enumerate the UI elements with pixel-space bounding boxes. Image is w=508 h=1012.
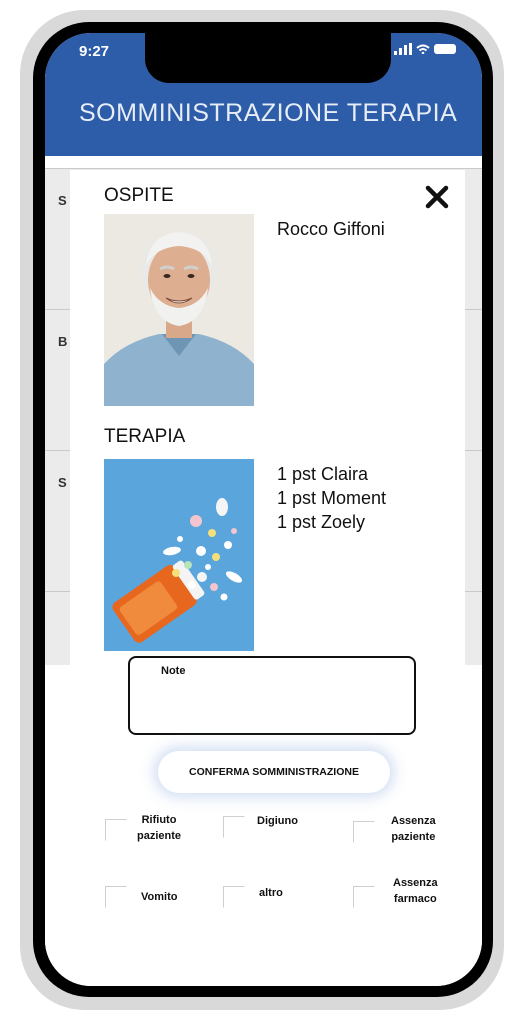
therapy-item: 1 pst Moment <box>277 488 387 508</box>
option-label: Digiuno <box>257 813 298 829</box>
option-label-line: Rifiuto <box>141 814 177 826</box>
option-label: Assenza paziente <box>391 813 436 845</box>
patient-photo <box>104 214 254 406</box>
option-assenza-paziente[interactable]: Assenza paziente <box>353 815 436 845</box>
status-time: 9:27 <box>79 43 110 60</box>
checkbox[interactable] <box>105 886 127 908</box>
option-label: Vomito <box>141 889 177 905</box>
therapy-image <box>104 459 254 651</box>
list-row-initial: B <box>58 334 68 349</box>
therapy-list: 1 pst Claira 1 pst Moment 1 pst Zoely <box>277 462 386 534</box>
therapy-item: 1 pst Zoely <box>277 512 366 532</box>
option-label: Assenza farmaco <box>393 875 438 907</box>
option-assenza-farmaco[interactable]: Assenza farmaco <box>353 877 438 908</box>
option-label-line: paziente <box>137 830 182 842</box>
close-button[interactable] <box>420 180 454 214</box>
battery-icon <box>434 44 456 54</box>
phone-screen: SOMMINISTRAZIONE TERAPIA 9:27 S B S OSPI… <box>45 33 482 986</box>
note-label: Note <box>161 665 186 677</box>
checkbox[interactable] <box>223 816 245 838</box>
checkbox[interactable] <box>223 886 245 908</box>
checkbox[interactable] <box>353 821 375 843</box>
option-label: altro <box>259 885 283 901</box>
checkbox[interactable] <box>105 819 127 841</box>
patient-modal: OSPITE Rocco Giffoni TERAPIA 1 pst Clair… <box>70 170 465 665</box>
option-label-line: Assenza <box>393 877 438 889</box>
option-label: Rifiuto paziente <box>137 812 181 844</box>
checkbox[interactable] <box>353 886 375 908</box>
option-vomito[interactable]: Vomito <box>105 886 177 908</box>
wifi-icon <box>416 44 430 54</box>
option-label-line: Vomito <box>141 891 178 903</box>
option-label-line: altro <box>259 887 283 899</box>
patient-name: Rocco Giffoni <box>277 219 385 239</box>
guest-label: OSPITE <box>104 185 174 206</box>
close-icon <box>425 185 449 209</box>
list-row-initial: S <box>58 475 67 490</box>
page-title: SOMMINISTRAZIONE TERAPIA <box>79 99 458 127</box>
confirm-administration-button[interactable]: CONFERMA SOMMINISTRAZIONE <box>158 751 390 793</box>
list-row-initial: S <box>58 193 67 208</box>
option-label-line: Digiuno <box>257 815 298 827</box>
notch <box>145 33 391 83</box>
pills-illustration <box>104 459 254 651</box>
patient-portrait <box>104 214 254 406</box>
option-label-line: paziente <box>391 831 436 843</box>
option-rifiuto-paziente[interactable]: Rifiuto paziente <box>105 814 181 844</box>
option-altro[interactable]: altro <box>223 886 283 908</box>
signal-icon <box>394 43 412 55</box>
option-digiuno[interactable]: Digiuno <box>223 813 298 838</box>
option-label-line: farmaco <box>393 893 437 905</box>
therapy-item: 1 pst Claira <box>277 464 369 484</box>
therapy-label: TERAPIA <box>104 426 186 447</box>
option-label-line: Assenza <box>391 815 436 827</box>
status-icons <box>394 43 456 55</box>
